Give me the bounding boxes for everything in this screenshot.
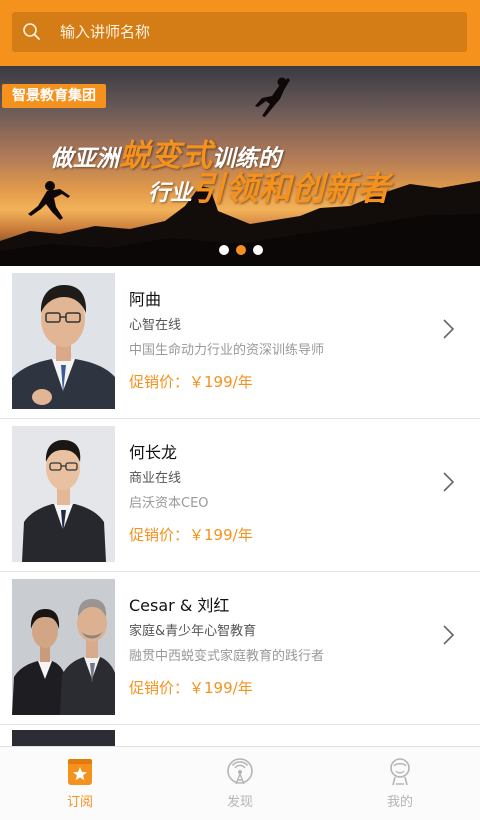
teacher-photo (12, 273, 115, 409)
teacher-category: 心智在线 (129, 318, 182, 333)
search-icon (23, 23, 40, 40)
carousel-indicator[interactable] (219, 240, 270, 255)
tab-discover[interactable]: 发现 (160, 747, 320, 820)
banner-brand-tag: 智景教育集团 (2, 84, 106, 108)
teacher-name: 阿曲 (129, 290, 162, 309)
subscribe-star-icon (68, 759, 92, 785)
carousel-dot[interactable] (219, 245, 229, 255)
jumper-silhouette (255, 77, 290, 117)
carousel-dot[interactable] (236, 245, 246, 255)
tab-label: 我的 (386, 795, 413, 810)
search-input[interactable]: 输入讲师名称 (12, 12, 467, 52)
teacher-list: 阿曲 心智在线 中国生命动力行业的资深训练导师 促销价：￥199/年 何长龙 商… (0, 266, 480, 725)
teacher-category: 家庭&青少年心智教育 (129, 624, 257, 639)
teacher-photo (12, 579, 115, 715)
teacher-price: 促销价：￥199/年 (129, 526, 253, 544)
tab-subscribe[interactable]: 订阅 (0, 747, 160, 820)
teacher-list-item[interactable]: 阿曲 心智在线 中国生命动力行业的资深训练导师 促销价：￥199/年 (0, 266, 480, 419)
search-placeholder: 输入讲师名称 (60, 23, 151, 41)
teacher-description: 启沃资本CEO (129, 496, 209, 511)
profile-person-icon (390, 758, 410, 786)
teacher-list-item[interactable]: Cesar & 刘红 家庭&青少年心智教育 融贯中西蜕变式家庭教育的践行者 促销… (0, 572, 480, 725)
chevron-right-icon[interactable] (441, 471, 455, 493)
teacher-name: 何长龙 (129, 443, 178, 462)
teacher-price: 促销价：￥199/年 (129, 679, 253, 697)
teacher-list-item[interactable]: 何长龙 商业在线 启沃资本CEO 促销价：￥199/年 (0, 419, 480, 572)
runner-silhouette (28, 181, 70, 220)
teacher-photo (12, 426, 115, 562)
teacher-category: 商业在线 (129, 471, 182, 486)
banner-slogan-line2: 行业引领和创新者 (148, 169, 391, 208)
tab-profile[interactable]: 我的 (320, 747, 480, 820)
tab-label: 发现 (226, 795, 253, 810)
teacher-description: 融贯中西蜕变式家庭教育的践行者 (129, 649, 325, 664)
tab-label: 订阅 (66, 795, 93, 810)
teacher-price: 促销价：￥199/年 (129, 373, 253, 391)
teacher-description: 中国生命动力行业的资深训练导师 (129, 343, 325, 358)
discover-radio-icon (227, 758, 253, 785)
promo-banner[interactable]: 智景教育集团 做亚洲蜕变式训练的 行业引领和创新者 (0, 66, 480, 266)
chevron-right-icon[interactable] (441, 318, 455, 340)
chevron-right-icon[interactable] (441, 624, 455, 646)
teacher-name: Cesar & 刘红 (129, 596, 230, 615)
bottom-tab-bar: 订阅 发现 我的 (0, 746, 480, 820)
carousel-dot[interactable] (253, 245, 263, 255)
top-bar: 输入讲师名称 (0, 0, 480, 66)
